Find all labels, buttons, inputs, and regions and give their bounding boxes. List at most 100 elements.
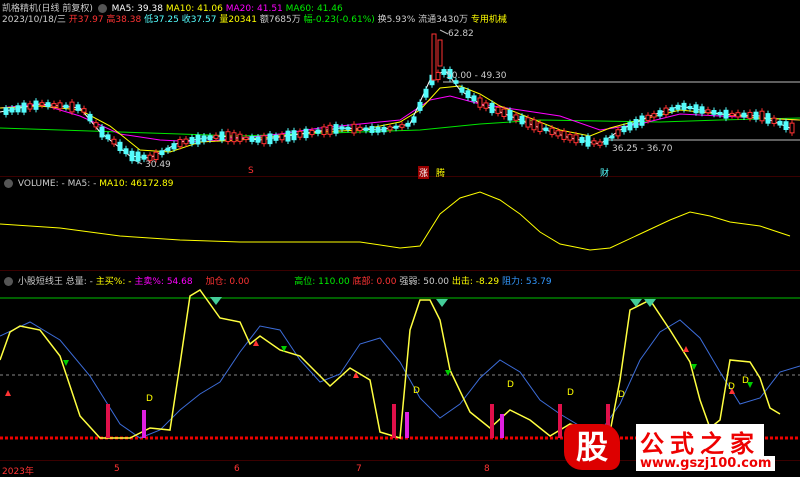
candle-body — [87, 113, 93, 122]
candle-body — [615, 129, 621, 137]
candle-body — [777, 120, 783, 126]
down-arrow-icon — [63, 360, 69, 366]
top-signal-icon — [210, 297, 222, 305]
candle-body — [627, 122, 633, 131]
signal-bars — [5, 297, 753, 438]
candle-body — [759, 110, 765, 122]
candle-body — [657, 110, 663, 117]
watermark-logo: 股 — [564, 424, 620, 470]
candle-body — [129, 150, 135, 162]
candle-body — [675, 104, 681, 110]
candle-body — [279, 133, 285, 141]
candle-body — [519, 115, 525, 125]
marker-teng: 腾 — [436, 169, 446, 179]
candle-body — [771, 117, 777, 124]
candle-body — [459, 87, 465, 93]
candle-body — [309, 129, 315, 136]
signal-bar — [106, 404, 110, 438]
candle-body — [417, 101, 423, 111]
candle-body — [789, 122, 795, 134]
candle-body — [201, 135, 207, 142]
candle-body — [15, 105, 21, 113]
watermark-title: 公式之家 — [636, 424, 764, 459]
candle-body — [489, 102, 495, 114]
candle-body — [437, 39, 443, 67]
candle-body — [405, 122, 411, 127]
candle-body — [609, 135, 615, 139]
candle-body — [57, 102, 63, 110]
signal-bar — [392, 404, 396, 438]
candle-body — [765, 113, 771, 124]
candle-body — [111, 138, 117, 145]
candle-body — [507, 109, 513, 121]
candle-body — [141, 154, 147, 160]
candle-body — [669, 107, 675, 112]
candle-body — [681, 102, 687, 110]
candle-body — [243, 136, 249, 140]
top-signal-icon — [630, 299, 642, 307]
candle-body — [69, 101, 75, 113]
candle-body — [537, 122, 543, 133]
candle-body — [483, 102, 489, 109]
candle-body — [45, 102, 51, 108]
candle-body — [207, 135, 213, 141]
label-low: 30.49 — [145, 160, 171, 170]
candle-body — [39, 102, 45, 106]
candle-body — [183, 138, 189, 145]
candle-body — [477, 97, 483, 108]
yellow-signal-line — [0, 289, 781, 439]
candle-body — [741, 112, 747, 118]
top-signal-icon — [436, 299, 448, 307]
candle-body — [465, 90, 471, 99]
candle-body — [585, 135, 591, 147]
watermark: 股 公式之家 www.gszj100.com — [556, 422, 800, 476]
label-range-upper: 50.00 - 49.30 — [446, 71, 507, 81]
candle-body — [369, 126, 375, 133]
ma20-line — [0, 95, 800, 143]
candle-body — [561, 130, 567, 140]
candle-body — [273, 134, 279, 141]
d-label: D — [567, 388, 574, 398]
chart-surface[interactable] — [0, 0, 800, 476]
candle-body — [3, 107, 9, 115]
candle-body — [351, 123, 357, 134]
candle-body — [693, 104, 699, 114]
candle-body — [93, 122, 99, 128]
candle-body — [261, 135, 267, 145]
candle-body — [603, 137, 609, 145]
candle-body — [597, 141, 603, 146]
x-tick: 7 — [356, 464, 362, 474]
candle-body — [375, 126, 381, 133]
candle-body — [633, 119, 639, 128]
marker-cai: 财 — [600, 169, 610, 179]
candle-body — [723, 109, 729, 119]
candle-body — [471, 95, 477, 102]
d-label: D — [413, 386, 420, 396]
candle-body — [591, 140, 597, 145]
d-label: D — [146, 394, 153, 404]
candle-body — [579, 137, 585, 143]
candle-body — [21, 102, 27, 113]
candle-body — [267, 133, 273, 145]
candle-body — [195, 134, 201, 145]
signal-bar — [490, 404, 494, 438]
candle-body — [735, 112, 741, 118]
candle-body — [573, 134, 579, 144]
candle-body — [159, 150, 165, 156]
candle-body — [123, 148, 129, 155]
candle-body — [321, 126, 327, 135]
candle-body — [33, 100, 39, 110]
signal-bar — [142, 410, 146, 438]
candle-body — [219, 131, 225, 141]
candle-body — [495, 106, 501, 114]
candle-body — [783, 121, 789, 130]
candle-body — [501, 108, 507, 118]
candle-body — [225, 131, 231, 142]
candle-body — [117, 141, 123, 151]
marker-s: S — [248, 166, 254, 176]
candle-body — [729, 112, 735, 117]
candle-body — [687, 105, 693, 110]
candle-body — [549, 127, 555, 136]
candle-body — [333, 124, 339, 134]
candle-body — [177, 138, 183, 148]
